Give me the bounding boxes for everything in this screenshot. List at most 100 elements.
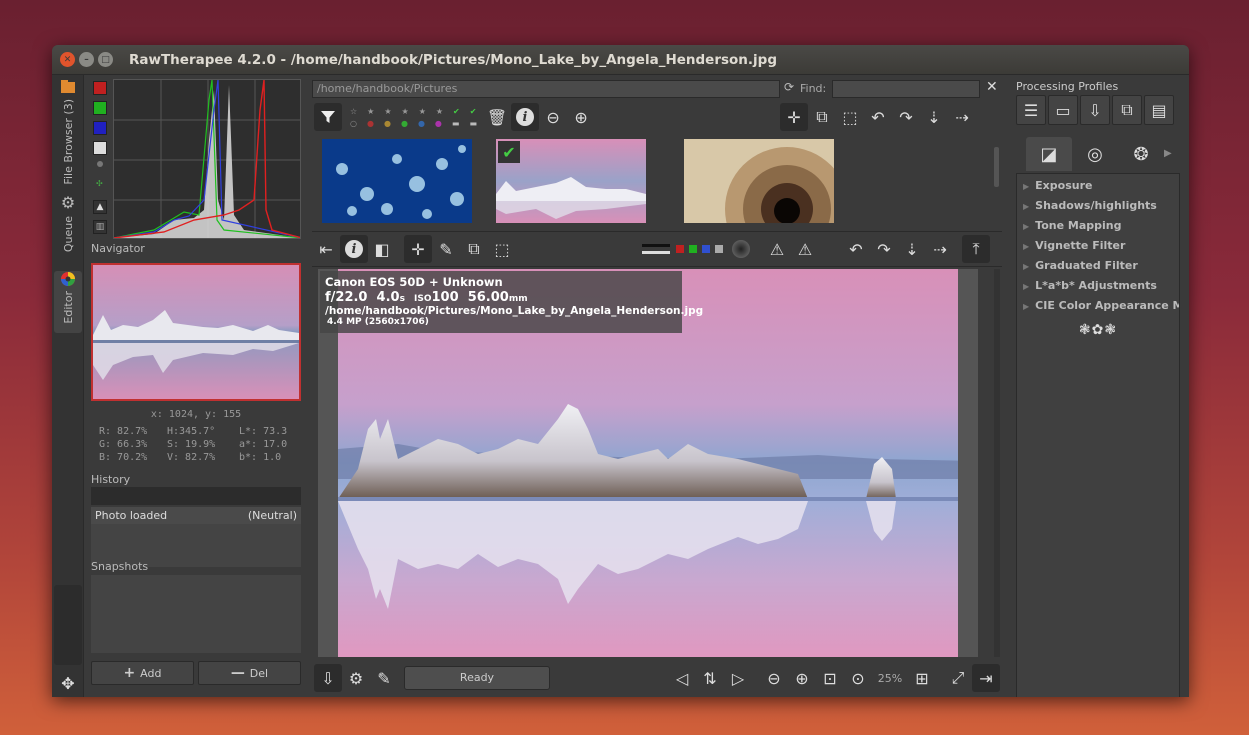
histogram-bar-toggle[interactable]: ▲ — [93, 200, 107, 214]
expander-icon: ▶ — [1023, 182, 1030, 191]
histogram-raw-toggle[interactable]: ✣ — [96, 179, 109, 188]
focus-mask-icon[interactable] — [727, 235, 755, 263]
hand-tool-icon[interactable]: ✛ — [780, 103, 808, 131]
rotate-left-icon[interactable]: ↶ — [864, 103, 892, 131]
bottom-zoom-out-icon[interactable]: ⊖ — [760, 664, 788, 692]
histogram-luminance-toggle[interactable] — [93, 141, 107, 155]
history-item[interactable]: Photo loaded (Neutral) — [91, 507, 301, 524]
histogram-red-toggle[interactable] — [93, 81, 107, 95]
send-to-editor-icon[interactable]: ✎ — [370, 664, 398, 692]
thumbnail-book[interactable] — [684, 139, 834, 223]
zoom-fit-icon[interactable]: ⊡ — [816, 664, 844, 692]
tool-exposure-label: Exposure — [1035, 179, 1093, 192]
tool-vignette-filter[interactable]: ▶ Vignette Filter — [1017, 236, 1179, 256]
editor-flip-vertical-icon[interactable]: ⇣ — [898, 235, 926, 263]
bottom-zoom-in-icon[interactable]: ⊕ — [788, 664, 816, 692]
histogram-mode-toggle[interactable]: ▥ — [93, 220, 107, 234]
move-icon[interactable]: ✥ — [54, 669, 82, 697]
transform-icon[interactable]: ⬚ — [836, 103, 864, 131]
star-filter-row[interactable]: ☆ ★ ★ ★ ★ ★ ✔ ✔ — [350, 107, 477, 116]
maximize-window-button[interactable]: □ — [98, 52, 113, 67]
flip-horizontal-icon[interactable]: ⇢ — [948, 103, 976, 131]
rotate-right-icon[interactable]: ↷ — [892, 103, 920, 131]
delete-snapshot-button[interactable]: — Del — [198, 661, 301, 685]
editor-rotate-left-icon[interactable]: ↶ — [842, 235, 870, 263]
image-preview[interactable]: Canon EOS 50D + Unknown f/22.0 4.0s ISO1… — [318, 269, 978, 657]
histogram-green-toggle[interactable] — [93, 101, 107, 115]
path-field[interactable]: /home/handbook/Pictures — [312, 80, 780, 98]
info-icon[interactable]: i — [511, 103, 540, 131]
tab-editor[interactable]: Editor — [54, 271, 82, 333]
fullscreen-icon[interactable]: ⤢ — [944, 664, 972, 692]
thumbnail-jellyfish[interactable] — [322, 139, 472, 223]
before-after-icon[interactable]: ◧ — [368, 235, 396, 263]
zoom-in-icon[interactable]: ⊕ — [567, 103, 595, 131]
tool-ciecam[interactable]: ▶ CIE Color Appearance M — [1017, 296, 1179, 316]
crop-icon[interactable]: ⧉ — [808, 103, 836, 131]
profile-list-icon[interactable]: ☰ — [1016, 95, 1046, 125]
editor-rotate-right-icon[interactable]: ↷ — [870, 235, 898, 263]
next-image-icon[interactable]: ▷ — [724, 664, 752, 692]
tool-shadows-highlights[interactable]: ▶ Shadows/highlights — [1017, 196, 1179, 216]
snapshots-list[interactable] — [91, 575, 301, 653]
close-window-button[interactable]: ✕ — [60, 52, 75, 67]
green-channel-button[interactable] — [689, 245, 697, 253]
editor-crop-icon[interactable]: ⧉ — [460, 235, 488, 263]
image-info-overlay: Canon EOS 50D + Unknown f/22.0 4.0s ISO1… — [320, 271, 704, 333]
shadow-clipping-icon[interactable]: ⚠ — [763, 235, 791, 263]
tool-lab-adjustments[interactable]: ▶ L*a*b* Adjustments — [1017, 276, 1179, 296]
paste-profile-icon[interactable]: ▤ — [1144, 95, 1174, 125]
tool-exposure[interactable]: ▶ Exposure — [1017, 176, 1179, 196]
blue-channel-button[interactable] — [702, 245, 710, 253]
shutter-unit: s — [399, 294, 405, 304]
filter-icon[interactable] — [314, 103, 342, 131]
zoom-100-icon[interactable]: ⊙ — [844, 664, 872, 692]
queue-add-icon[interactable]: ⚙ — [342, 664, 370, 692]
tool-tone-mapping[interactable]: ▶ Tone Mapping — [1017, 216, 1179, 236]
open-profile-icon[interactable]: ▭ — [1048, 95, 1078, 125]
tool-graduated-filter[interactable]: ▶ Graduated Filter — [1017, 256, 1179, 276]
histogram-blue-toggle[interactable] — [93, 121, 107, 135]
sync-filebrowser-icon[interactable]: ⇅ — [696, 664, 724, 692]
tab-file-browser[interactable]: File Browser (3) — [54, 79, 82, 187]
preview-background-icon[interactable] — [642, 235, 670, 263]
editor-transform-icon[interactable]: ⬚ — [488, 235, 516, 263]
tab-exposure[interactable]: ◪ — [1026, 137, 1072, 171]
hide-left-panel-icon[interactable]: ⇤ — [312, 235, 340, 263]
new-detail-window-icon[interactable]: ⊞ — [908, 664, 936, 692]
tab-color[interactable]: ❂ — [1118, 137, 1164, 171]
highlight-clipping-icon[interactable]: ⚠ — [791, 235, 819, 263]
thumbnail-scrollbar[interactable] — [994, 147, 999, 187]
save-image-icon[interactable]: ⇩ — [314, 664, 342, 692]
editor-hand-tool-icon[interactable]: ✛ — [404, 235, 432, 263]
minimize-window-button[interactable]: – — [79, 52, 94, 67]
hide-top-panel-icon[interactable]: ⤒ — [962, 235, 990, 263]
file-path-info: /home/handbook/Pictures/Mono_Lake_by_Ang… — [325, 305, 704, 317]
copy-profile-icon[interactable]: ⧉ — [1112, 95, 1142, 125]
save-profile-icon[interactable]: ⇩ — [1080, 95, 1110, 125]
editor-flip-horizontal-icon[interactable]: ⇢ — [926, 235, 954, 263]
tabs-scroll-right-icon[interactable]: ▶ — [1164, 137, 1172, 171]
flip-vertical-icon[interactable]: ⇣ — [920, 103, 948, 131]
color-picker-icon[interactable]: ✎ — [432, 235, 460, 263]
refresh-icon[interactable]: ⟳ — [784, 80, 794, 94]
tab-detail[interactable]: ◎ — [1072, 137, 1118, 171]
color-label-filter-row[interactable]: ○ ● ● ● ● ● ▬ ▬ — [350, 119, 477, 128]
find-input[interactable] — [832, 80, 980, 98]
tab-queue[interactable]: ⚙ Queue — [54, 193, 82, 263]
previous-image-icon[interactable]: ◁ — [668, 664, 696, 692]
history-list[interactable]: Photo loaded (Neutral) — [91, 507, 301, 567]
trash-icon[interactable]: 🗑 — [483, 103, 511, 131]
luminance-channel-button[interactable] — [715, 245, 723, 253]
thumbnail-mono-lake[interactable]: ✔ — [496, 139, 646, 223]
red-channel-button[interactable] — [676, 245, 684, 253]
editor-info-icon[interactable]: i — [340, 235, 368, 263]
clear-find-icon[interactable]: ✕ — [986, 79, 998, 95]
add-snapshot-button[interactable]: + Add — [91, 661, 194, 685]
histogram-dot-icon[interactable] — [97, 161, 103, 167]
zoom-out-icon[interactable]: ⊖ — [539, 103, 567, 131]
hide-right-panel-icon[interactable]: ⇥ — [972, 664, 1000, 692]
navigator-preview[interactable] — [91, 263, 301, 401]
tool-lab-adjustments-label: L*a*b* Adjustments — [1035, 279, 1157, 292]
preview-scrollbar[interactable] — [994, 269, 1000, 657]
